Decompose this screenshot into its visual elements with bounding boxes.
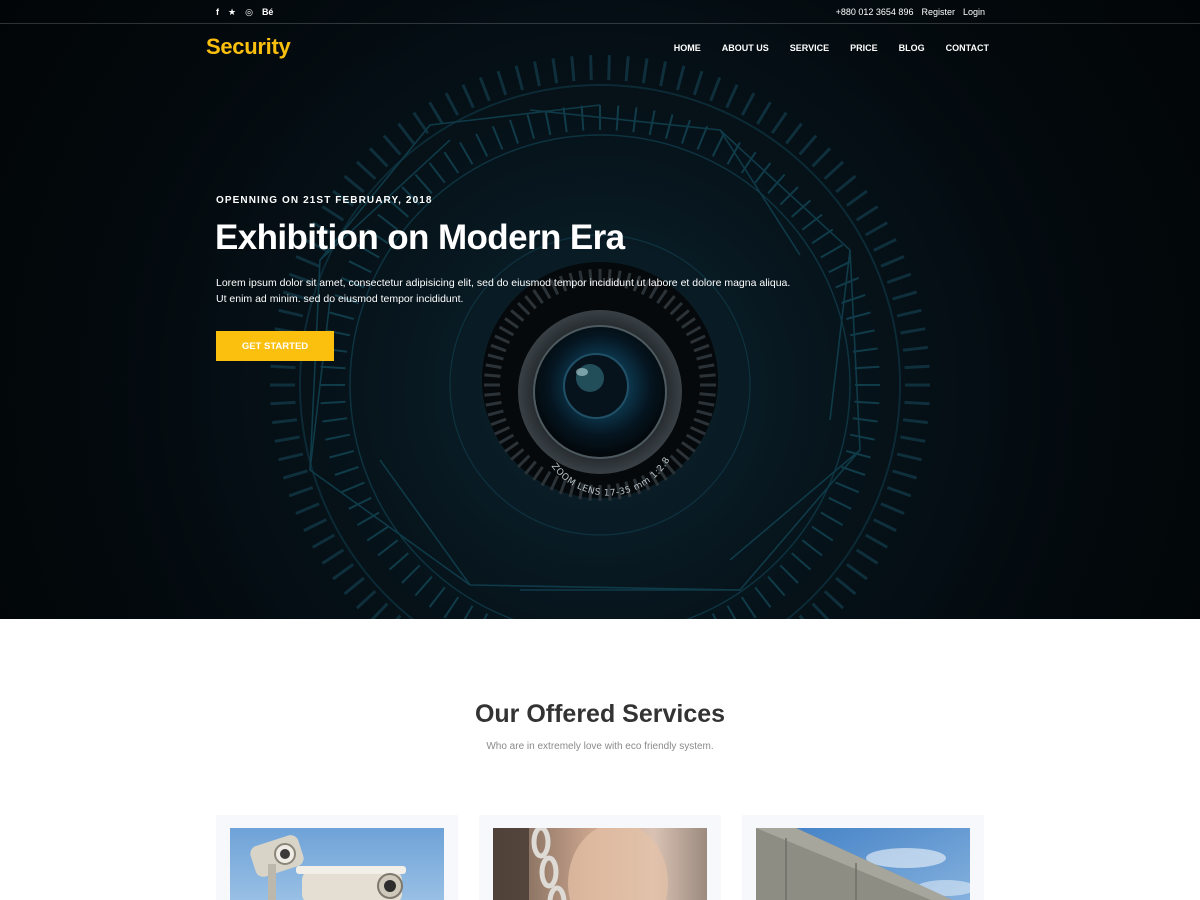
service-card[interactable] [742, 815, 984, 900]
services-subtitle: Who are in extremely love with eco frien… [486, 741, 714, 752]
nav-item-blog[interactable]: BLOG [899, 42, 925, 54]
service-card[interactable] [479, 815, 721, 900]
nav-item-contact[interactable]: CONTACT [946, 42, 989, 54]
dribbble-icon[interactable]: ◎ [245, 6, 253, 18]
hero-description: Lorem ipsum dolor sit amet, consectetur … [216, 277, 791, 305]
facebook-icon[interactable]: f [216, 6, 219, 18]
hero-eyebrow: OPENNING ON 21ST FEBRUARY, 2018 [216, 195, 433, 206]
services-title: Our Offered Services [474, 700, 726, 728]
twitter-icon[interactable]: ★ [228, 6, 236, 18]
cctv-cameras-image [230, 828, 444, 900]
service-card[interactable] [216, 815, 458, 900]
phone-number: +880 012 3654 896 [835, 7, 914, 17]
topbar-links: +880 012 3654 896 Register Login [836, 6, 985, 18]
chain-lock-image [493, 828, 707, 900]
get-started-button[interactable]: GET STARTED [216, 331, 334, 361]
nav-item-price[interactable]: PRICE [850, 42, 878, 54]
social-links: f ★ ◎ Bé [216, 6, 273, 18]
nav-item-about-us[interactable]: ABOUT US [722, 42, 769, 54]
hero-title: Exhibition on Modern Era [215, 218, 625, 257]
nav-item-service[interactable]: SERVICE [790, 42, 829, 54]
main-nav: HOME ABOUT US SERVICE PRICE BLOG CONTACT [674, 42, 989, 54]
hero-section: ZOOM LENS 17-35 mm 1:2.8 f ★ ◎ Bé +880 0… [0, 0, 1200, 619]
behance-icon[interactable]: Bé [262, 6, 274, 18]
security-wall-image [756, 828, 970, 900]
nav-item-home[interactable]: HOME [674, 42, 701, 54]
register-link[interactable]: Register [921, 6, 955, 18]
site-logo[interactable]: Security [206, 34, 291, 60]
camera-lens-background: ZOOM LENS 17-35 mm 1:2.8 [270, 55, 930, 619]
login-link[interactable]: Login [963, 6, 985, 18]
top-bar: f ★ ◎ Bé +880 012 3654 896 Register Logi… [0, 0, 1200, 24]
